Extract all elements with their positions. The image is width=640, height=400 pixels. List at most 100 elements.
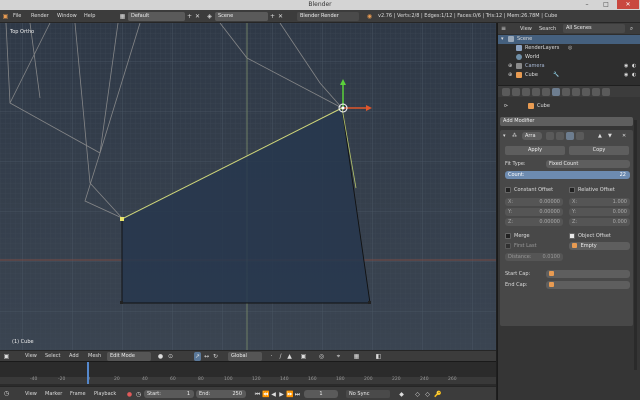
- translate-icon[interactable]: ↔: [203, 352, 210, 361]
- first-last-checkbox[interactable]: [505, 243, 511, 249]
- delete-screen-icon[interactable]: ✕: [194, 12, 201, 21]
- outliner-item-scene[interactable]: ▾ Scene: [498, 35, 640, 44]
- scene-field[interactable]: Scene: [215, 12, 268, 21]
- add-screen-icon[interactable]: +: [186, 12, 193, 21]
- start-frame-field[interactable]: Start: 1: [144, 390, 194, 398]
- keyset-icon[interactable]: 🔑: [434, 390, 441, 399]
- manipulator-icon[interactable]: ↗: [194, 352, 201, 361]
- screen-layout-icon[interactable]: ▦: [119, 12, 126, 21]
- proportional-edit-icon[interactable]: ◎: [318, 352, 325, 361]
- preview-range-icon[interactable]: ◷: [135, 390, 142, 399]
- jump-keyframe-back-icon[interactable]: ⏪: [262, 390, 269, 399]
- menu-view[interactable]: View: [25, 353, 37, 359]
- collapse-icon[interactable]: ▾: [501, 35, 504, 44]
- menu-help[interactable]: Help: [84, 13, 95, 19]
- menu-search[interactable]: Search: [539, 26, 556, 32]
- search-icon[interactable]: ⌕: [628, 24, 635, 33]
- menu-window[interactable]: Window: [57, 13, 77, 19]
- menu-select[interactable]: Select: [45, 353, 60, 359]
- move-up-icon[interactable]: ▲: [598, 132, 602, 140]
- menu-playback[interactable]: Playback: [94, 391, 116, 397]
- menu-frame[interactable]: Frame: [70, 391, 86, 397]
- outliner-item-world[interactable]: World: [498, 53, 640, 62]
- expand-icon[interactable]: ⊕: [508, 62, 512, 71]
- current-frame-field[interactable]: 1: [304, 390, 338, 398]
- tab-texture[interactable]: [582, 88, 590, 96]
- jump-keyframe-forward-icon[interactable]: ⏩: [286, 390, 293, 399]
- menu-marker[interactable]: Marker: [45, 391, 62, 397]
- render-camera-icon[interactable]: ◐: [632, 71, 636, 80]
- outliner-editor-icon[interactable]: ≡: [500, 24, 507, 33]
- relative-offset-x[interactable]: X: 1.000: [569, 198, 630, 206]
- collapse-icon[interactable]: ▾: [503, 132, 506, 140]
- outliner-display-mode-select[interactable]: All Scenes: [563, 24, 625, 33]
- menu-view[interactable]: View: [25, 391, 37, 397]
- tab-material[interactable]: [572, 88, 580, 96]
- constant-offset-checkbox[interactable]: [505, 187, 511, 193]
- keying-icon[interactable]: ◆: [398, 390, 405, 399]
- viewport-shading-icon[interactable]: ●: [157, 352, 164, 361]
- snap-target-icon[interactable]: ▦: [353, 352, 360, 361]
- close-button[interactable]: ✕: [617, 0, 639, 9]
- editor-type-icon[interactable]: ▣: [2, 12, 9, 21]
- face-select-icon[interactable]: ▲: [286, 352, 293, 361]
- vertex-bottom-left[interactable]: [120, 301, 123, 304]
- current-frame-cursor[interactable]: [87, 362, 89, 384]
- properties-scrollbar[interactable]: [634, 120, 637, 370]
- timeline-editor-icon[interactable]: ◷: [3, 389, 10, 398]
- snap-icon[interactable]: ⌖: [335, 352, 342, 361]
- 3d-viewport[interactable]: Top Ortho (1) Cube: [0, 23, 496, 350]
- add-scene-icon[interactable]: +: [269, 12, 276, 21]
- show-editmode-toggle[interactable]: [566, 132, 574, 140]
- visibility-eye-icon[interactable]: ◉: [624, 71, 628, 80]
- outliner-item-renderlayers[interactable]: RenderLayers ◎: [498, 44, 640, 53]
- tab-render[interactable]: [502, 88, 510, 96]
- end-frame-field[interactable]: End: 250: [196, 390, 246, 398]
- move-down-icon[interactable]: ▼: [608, 132, 612, 140]
- pivot-point-icon[interactable]: ⊙: [167, 352, 174, 361]
- tab-modifiers[interactable]: [552, 88, 560, 96]
- jump-end-icon[interactable]: ⏭: [294, 390, 301, 399]
- limit-selection-icon[interactable]: ▣: [300, 352, 307, 361]
- constant-offset-y[interactable]: Y: 0.00000: [505, 208, 563, 216]
- tab-world[interactable]: [532, 88, 540, 96]
- menu-mesh[interactable]: Mesh: [88, 353, 101, 359]
- tab-scene[interactable]: [522, 88, 530, 96]
- render-engine-select[interactable]: Blender Render: [297, 12, 359, 21]
- remove-modifier-icon[interactable]: ✕: [622, 132, 626, 140]
- menu-render[interactable]: Render: [31, 13, 49, 19]
- tab-particles[interactable]: [592, 88, 600, 96]
- edge-select-icon[interactable]: /: [277, 352, 284, 361]
- play-reverse-icon[interactable]: ◀: [270, 390, 277, 399]
- copy-button[interactable]: Copy: [569, 146, 629, 155]
- vertex-bottom-right[interactable]: [368, 301, 371, 304]
- jump-start-icon[interactable]: ⏮: [254, 390, 261, 399]
- count-field[interactable]: Count: 22: [505, 171, 630, 179]
- menu-view[interactable]: View: [520, 26, 532, 32]
- merge-distance-field[interactable]: Distance: 0.0100: [505, 253, 563, 261]
- scene-icon[interactable]: ◈: [206, 12, 213, 21]
- show-render-toggle[interactable]: [546, 132, 554, 140]
- play-icon[interactable]: ▶: [278, 390, 285, 399]
- tab-object[interactable]: [542, 88, 550, 96]
- selected-vertex-left[interactable]: [120, 217, 124, 221]
- relative-offset-y[interactable]: Y: 0.000: [569, 208, 630, 216]
- editor-type-icon[interactable]: ▣: [3, 352, 10, 361]
- apply-button[interactable]: Apply: [505, 146, 565, 155]
- fit-type-select[interactable]: Fixed Count: [546, 160, 630, 168]
- relative-offset-checkbox[interactable]: [569, 187, 575, 193]
- maximize-button[interactable]: □: [597, 0, 615, 9]
- constant-offset-x[interactable]: X: 0.00000: [505, 198, 563, 206]
- show-cage-toggle[interactable]: [576, 132, 584, 140]
- outliner-item-camera[interactable]: ⊕ Camera ◉ ◐: [498, 62, 640, 71]
- minimize-button[interactable]: –: [578, 0, 596, 9]
- timeline-ruler[interactable]: -40 -20 0 20 40 60 80 100 120 140 160 18…: [0, 377, 496, 384]
- screen-layout-field[interactable]: Default: [128, 12, 185, 21]
- relative-offset-z[interactable]: Z: 0.000: [569, 218, 630, 226]
- end-cap-field[interactable]: [546, 281, 630, 289]
- tab-data[interactable]: [562, 88, 570, 96]
- render-preview-icon[interactable]: ◧: [375, 352, 382, 361]
- tab-physics[interactable]: [602, 88, 610, 96]
- offset-object-field[interactable]: Empty: [569, 242, 630, 250]
- render-camera-icon[interactable]: ◐: [632, 62, 636, 71]
